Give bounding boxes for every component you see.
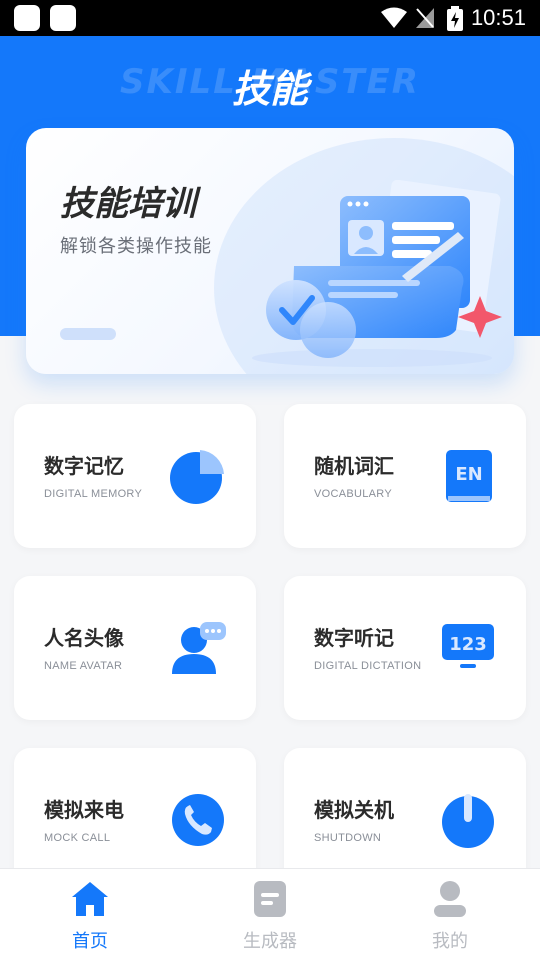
nav-generator[interactable]: 生成器 bbox=[180, 869, 360, 960]
card-subtitle: MOCK CALL bbox=[44, 832, 111, 844]
nav-home[interactable]: 首页 bbox=[0, 869, 180, 960]
clock: 10:51 bbox=[470, 5, 526, 30]
card-subtitle: VOCABULARY bbox=[314, 488, 392, 500]
card-title: 人名头像 bbox=[44, 626, 124, 650]
card-digital-dictation[interactable]: 数字听记 DIGITAL DICTATION 123 bbox=[284, 576, 526, 720]
svg-text:EN: EN bbox=[455, 464, 482, 485]
document-icon bbox=[254, 881, 286, 917]
banner-title: 技能培训 bbox=[60, 184, 196, 224]
notification-icon bbox=[14, 5, 40, 31]
nav-label: 我的 bbox=[432, 931, 468, 952]
card-title: 数字听记 bbox=[314, 626, 394, 650]
person-chat-icon bbox=[172, 622, 226, 674]
power-icon bbox=[442, 794, 494, 848]
battery-charging-icon bbox=[447, 6, 463, 31]
bottom-navigation: 首页 生成器 我的 bbox=[0, 868, 540, 960]
banner-indicator bbox=[60, 328, 116, 340]
phone-icon bbox=[172, 794, 224, 846]
card-subtitle: SHUTDOWN bbox=[314, 832, 382, 844]
card-title: 模拟关机 bbox=[314, 798, 394, 822]
page-title: 技能 bbox=[231, 67, 308, 111]
pie-chart-icon bbox=[170, 450, 224, 504]
notification-icon bbox=[50, 5, 76, 31]
card-title: 模拟来电 bbox=[44, 798, 124, 822]
svg-text:123: 123 bbox=[449, 634, 487, 655]
nav-label: 首页 bbox=[72, 931, 108, 952]
profile-icon bbox=[434, 881, 466, 917]
card-subtitle: DIGITAL MEMORY bbox=[44, 488, 143, 500]
nav-label: 生成器 bbox=[243, 931, 297, 952]
card-name-avatar[interactable]: 人名头像 NAME AVATAR bbox=[14, 576, 256, 720]
card-subtitle: NAME AVATAR bbox=[44, 660, 123, 672]
card-title: 随机词汇 bbox=[314, 454, 394, 478]
no-signal-icon bbox=[416, 8, 434, 28]
nav-profile[interactable]: 我的 bbox=[360, 869, 540, 960]
card-title: 数字记忆 bbox=[44, 454, 124, 478]
card-digital-memory[interactable]: 数字记忆 DIGITAL MEMORY bbox=[14, 404, 256, 548]
status-bar: 10:51 bbox=[0, 0, 540, 36]
wifi-icon bbox=[381, 7, 407, 28]
training-illustration-icon bbox=[252, 180, 502, 367]
monitor-123-icon: 123 bbox=[442, 624, 494, 668]
skill-training-banner[interactable]: 技能培训 解锁各类操作技能 bbox=[26, 128, 514, 374]
card-vocabulary[interactable]: 随机词汇 VOCABULARY EN bbox=[284, 404, 526, 548]
card-subtitle: DIGITAL DICTATION bbox=[314, 660, 422, 672]
en-book-icon: EN bbox=[446, 450, 492, 502]
banner-subtitle: 解锁各类操作技能 bbox=[60, 236, 212, 257]
home-icon bbox=[72, 882, 108, 916]
